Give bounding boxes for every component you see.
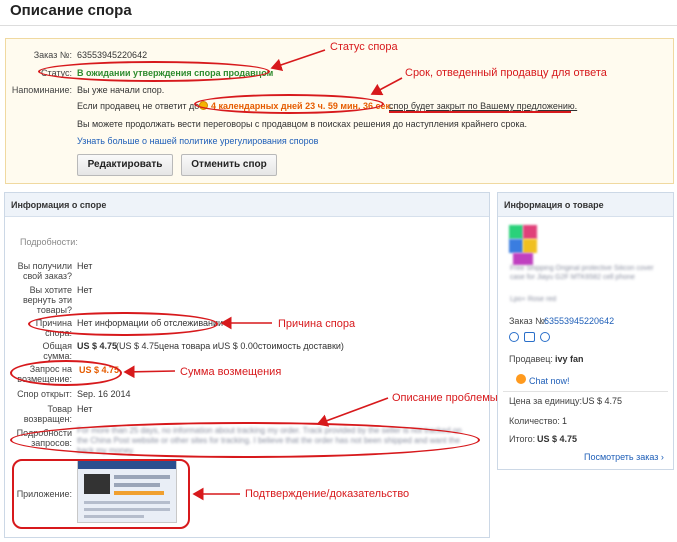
product-title[interactable]: Free Shipping Original protective Silico… [510,264,660,282]
product-total-label: Итого: [509,434,536,444]
product-variant: Lpo+ Rose red [510,296,557,303]
seller-name[interactable]: ivy fan [555,354,584,364]
product-total-value: US $ 4.75 [537,434,578,444]
quantity-value: 1 [562,416,568,426]
product-info-header: Информация о товаре [498,193,673,217]
arrow-refund [123,365,176,379]
calendar-icon[interactable] [524,332,535,342]
product-order-label: Заказ №: [509,316,548,326]
arrow-problem [316,397,389,427]
unit-price-label: Цена за единицу: [509,396,583,406]
chat-bubble-icon[interactable] [540,332,550,342]
clock-icon[interactable] [509,332,519,342]
divider [503,391,668,392]
unit-price-value: US $ 4.75 [582,396,623,406]
product-thumbnail[interactable] [509,225,537,265]
chat-now-link[interactable]: Chat now! [529,376,570,386]
arrow-status [270,49,326,71]
chat-icon[interactable] [516,374,526,384]
product-order-number[interactable]: 63553945220642 [544,316,614,326]
arrow-deadline [370,77,403,96]
view-order-link[interactable]: Посмотреть заказ › [584,452,664,462]
quantity-label: Количество: [509,416,560,426]
seller-label: Продавец: [509,354,553,364]
